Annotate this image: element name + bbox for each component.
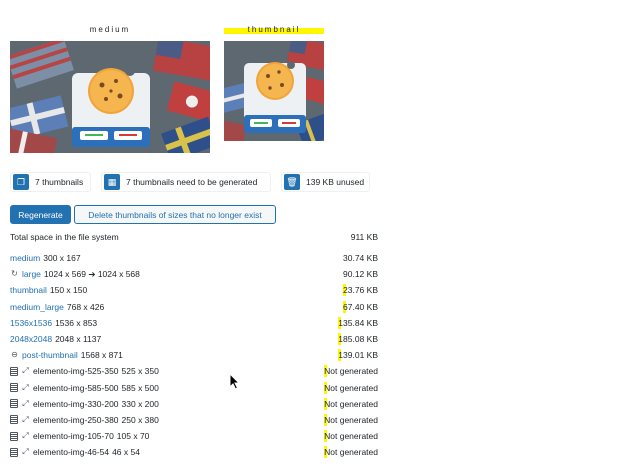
stat-thumbnail-count-text: 7 thumbnails xyxy=(35,177,84,187)
size-row-elemento-img-105-70: ⤢ elemento-img-105-70 105 x 70 Not gener… xyxy=(10,428,378,444)
list-icon xyxy=(10,383,18,393)
refresh-icon: ↻ xyxy=(11,269,18,279)
resize-icon: ⤢ xyxy=(22,366,29,376)
resize-icon: ⤢ xyxy=(22,431,29,441)
stat-need-generation: ▦ 7 thumbnails need to be generated xyxy=(101,172,271,192)
thumbnail-label-thumbnail: thumbnail xyxy=(224,25,324,34)
mouse-pointer-icon xyxy=(229,373,241,390)
regenerate-needed-icon: ▦ xyxy=(104,174,120,190)
size-value: 23.76 KB xyxy=(343,284,378,297)
size-dims: 46 x 54 xyxy=(112,447,140,458)
size-value: 135.84 KB xyxy=(338,316,378,329)
size-value: Not generated xyxy=(324,397,378,410)
size-dims: 2048 x 1137 xyxy=(55,334,102,345)
size-row-elemento-img-250-380: ⤢ elemento-img-250-380 250 x 380 Not gen… xyxy=(10,412,378,428)
size-row-post-thumbnail: ⊖ post-thumbnail 1568 x 871 139.01 KB xyxy=(10,347,378,363)
size-dims: 525 x 350 xyxy=(121,365,159,378)
size-value: 139.01 KB xyxy=(338,349,378,362)
size-value: 185.08 KB xyxy=(338,332,378,345)
medium-preview-image xyxy=(10,41,210,153)
size-link-medium-large[interactable]: medium_large xyxy=(10,301,64,313)
size-link-2048x2048[interactable]: 2048x2048 xyxy=(10,333,52,345)
size-dims: 768 x 426 xyxy=(66,301,105,312)
size-row-elemento-img-46-54: ⤢ elemento-img-46-54 46 x 54 Not generat… xyxy=(10,444,378,460)
minus-circle-icon: ⊖ xyxy=(11,350,18,360)
size-row-elemento-img-585-500: ⤢ elemento-img-585-500 585 x 500 Not gen… xyxy=(10,380,378,396)
size-value: Not generated xyxy=(324,381,378,394)
size-dims: 1536 x 853 xyxy=(55,317,98,328)
list-icon xyxy=(10,415,18,425)
resize-icon: ⤢ xyxy=(22,414,29,424)
regenerate-button[interactable]: Regenerate xyxy=(10,205,71,224)
stat-thumbnail-count: ❐ 7 thumbnails xyxy=(10,172,91,192)
delete-unused-thumbnails-button[interactable]: Delete thumbnails of sizes that no longe… xyxy=(74,205,276,224)
size-value: Not generated xyxy=(324,413,378,426)
list-icon xyxy=(10,431,18,441)
size-dims: 330 x 200 xyxy=(121,398,159,409)
total-space-value: 911 KB xyxy=(350,232,378,242)
size-value: 90.12 KB xyxy=(343,269,378,280)
list-icon xyxy=(10,399,18,409)
total-space-label: Total space in the file system xyxy=(10,232,119,242)
size-dims: 1024 x 569 ➔ 1024 x 568 xyxy=(43,269,140,280)
size-dims: 105 x 70 xyxy=(116,431,150,442)
size-link-1536x1536[interactable]: 1536x1536 xyxy=(10,317,52,329)
size-name: elemento-img-525-350 xyxy=(33,366,119,377)
stat-unused-size: 🗑 139 KB unused xyxy=(281,172,370,192)
resize-icon: ⤢ xyxy=(22,398,29,408)
size-value: 67.40 KB xyxy=(343,300,378,313)
size-value: Not generated xyxy=(324,446,378,459)
size-dims: 150 x 150 xyxy=(49,285,88,296)
total-space-row: Total space in the file system 911 KB xyxy=(10,232,378,244)
size-row-large: ↻ large 1024 x 569 ➔ 1024 x 568 90.12 KB xyxy=(10,266,378,282)
size-row-thumbnail: thumbnail 150 x 150 23.76 KB xyxy=(10,282,378,298)
size-link-thumbnail[interactable]: thumbnail xyxy=(10,284,47,296)
resize-icon: ⤢ xyxy=(22,447,29,457)
stat-need-generation-text: 7 thumbnails need to be generated xyxy=(126,177,258,187)
size-value: Not generated xyxy=(324,430,378,443)
size-dims: 1568 x 871 xyxy=(80,350,123,361)
thumbnail-preview-image xyxy=(224,41,324,141)
size-row-1536x1536: 1536x1536 1536 x 853 135.84 KB xyxy=(10,315,378,331)
size-row-2048x2048: 2048x2048 2048 x 1137 185.08 KB xyxy=(10,331,378,347)
size-link-medium[interactable]: medium xyxy=(10,252,40,264)
size-row-elemento-img-525-350: ⤢ elemento-img-525-350 525 x 350 Not gen… xyxy=(10,363,378,379)
size-row-medium: medium 300 x 167 30.74 KB xyxy=(10,250,378,266)
thumbnail-size-list: medium 300 x 167 30.74 KB ↻ large 1024 x… xyxy=(10,250,378,460)
size-name: elemento-img-105-70 xyxy=(33,431,114,442)
size-link-post-thumbnail[interactable]: post-thumbnail xyxy=(22,349,78,361)
size-row-elemento-img-330-200: ⤢ elemento-img-330-200 330 x 200 Not gen… xyxy=(10,396,378,412)
size-row-medium-large: medium_large 768 x 426 67.40 KB xyxy=(10,299,378,315)
size-dims: 250 x 380 xyxy=(121,414,159,425)
thumbnail-label-medium: medium xyxy=(89,25,131,34)
size-link-large[interactable]: large xyxy=(22,268,41,280)
trash-icon: 🗑 xyxy=(284,174,300,190)
list-icon xyxy=(10,366,18,376)
images-icon: ❐ xyxy=(13,174,29,190)
size-name: elemento-img-250-380 xyxy=(33,414,119,425)
stat-unused-size-text: 139 KB unused xyxy=(306,177,365,187)
size-dims: 585 x 500 xyxy=(121,382,159,393)
size-value: 30.74 KB xyxy=(343,253,378,263)
resize-icon: ⤢ xyxy=(22,382,29,392)
list-icon xyxy=(10,447,18,457)
size-dims: 300 x 167 xyxy=(43,253,81,264)
size-name: elemento-img-46-54 xyxy=(33,447,110,458)
size-name: elemento-img-585-500 xyxy=(33,382,119,393)
size-name: elemento-img-330-200 xyxy=(33,398,119,409)
size-value: Not generated xyxy=(324,365,378,378)
